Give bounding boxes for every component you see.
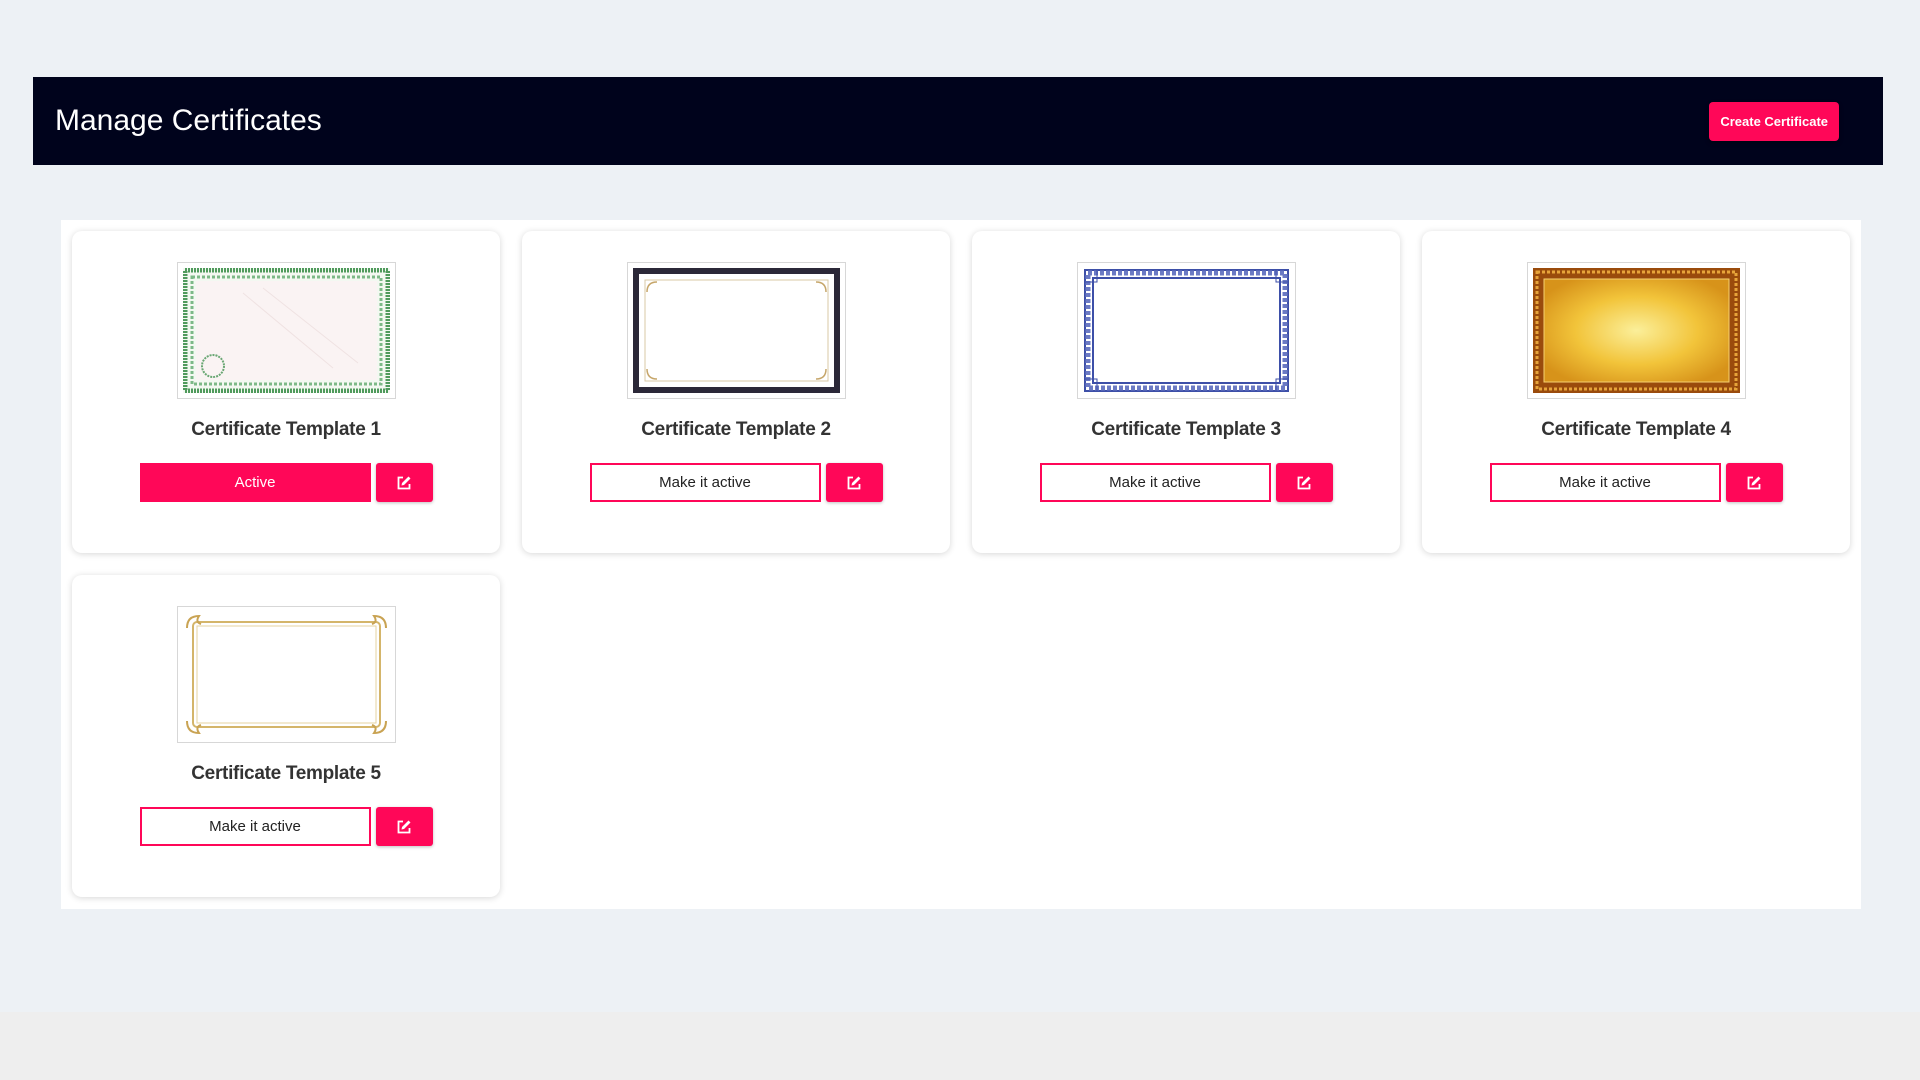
templates-grid: Certificate Template 1 Active Certificat…: [72, 231, 1850, 897]
page-header: Manage Certificates Create Certificate: [33, 77, 1883, 165]
edit-template-button[interactable]: [825, 463, 883, 502]
edit-icon: [397, 820, 411, 833]
edit-template-button[interactable]: [375, 463, 433, 502]
edit-icon: [397, 476, 411, 489]
certificate-frame-gold-image: [1532, 268, 1740, 393]
template-thumbnail: [176, 262, 396, 399]
template-card: Certificate Template 4 Make it active: [1422, 231, 1850, 553]
template-thumbnail: [626, 262, 846, 399]
template-card: Certificate Template 5 Make it active: [72, 575, 500, 897]
template-actions: Active: [139, 463, 433, 502]
certificate-frame-dark-image: [632, 268, 840, 393]
template-thumbnail: [1526, 262, 1746, 399]
template-title: Certificate Template 3: [1091, 419, 1281, 440]
make-active-button[interactable]: Make it active: [589, 463, 821, 502]
template-actions: Make it active: [1039, 463, 1333, 502]
template-title: Certificate Template 4: [1541, 419, 1731, 440]
template-title: Certificate Template 1: [191, 419, 381, 440]
template-title: Certificate Template 5: [191, 763, 381, 784]
certificate-frame-blue-image: [1082, 268, 1290, 393]
template-card: Certificate Template 3 Make it active: [972, 231, 1400, 553]
page-title: Manage Certificates: [55, 104, 322, 137]
template-title: Certificate Template 2: [641, 419, 831, 440]
certificate-frame-flourish-image: [182, 612, 390, 737]
template-actions: Make it active: [139, 807, 433, 846]
edit-template-button[interactable]: [375, 807, 433, 846]
edit-template-button[interactable]: [1725, 463, 1783, 502]
page-footer-strip: [0, 1012, 1920, 1080]
active-status-button[interactable]: Active: [139, 463, 371, 502]
template-card: Certificate Template 1 Active: [72, 231, 500, 553]
template-thumbnail: [1076, 262, 1296, 399]
template-thumbnail: [176, 606, 396, 743]
make-active-button[interactable]: Make it active: [1489, 463, 1721, 502]
edit-template-button[interactable]: [1275, 463, 1333, 502]
template-card: Certificate Template 2 Make it active: [522, 231, 950, 553]
certificate-frame-green-image: [182, 268, 390, 393]
template-actions: Make it active: [1489, 463, 1783, 502]
create-certificate-button[interactable]: Create Certificate: [1709, 101, 1839, 141]
templates-panel: Certificate Template 1 Active Certificat…: [61, 220, 1861, 909]
make-active-button[interactable]: Make it active: [139, 807, 371, 846]
make-active-button[interactable]: Make it active: [1039, 463, 1271, 502]
template-actions: Make it active: [589, 463, 883, 502]
edit-icon: [1747, 476, 1761, 489]
edit-icon: [847, 476, 861, 489]
edit-icon: [1297, 476, 1311, 489]
